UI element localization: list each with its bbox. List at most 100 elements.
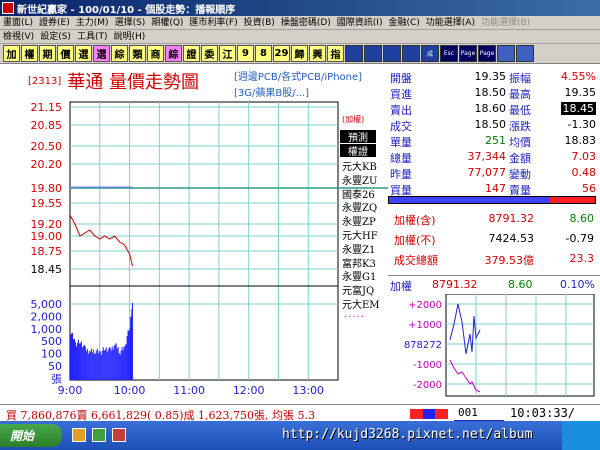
- menu-item[interactable]: 選擇(S): [112, 16, 149, 30]
- index-panel: 加權(含) 8791.32 8.60 加權(不) 7424.53 -0.79 成交總額 379…: [388, 208, 600, 272]
- menu-item[interactable]: 工具(T): [74, 30, 111, 44]
- toolbar-icon-button[interactable]: 成: [421, 45, 439, 62]
- mini-tick-label: +2000: [408, 300, 442, 311]
- time-tick-label: 12:00: [233, 384, 265, 397]
- volume-bar: [82, 345, 84, 380]
- broker-item[interactable]: 永豐G1: [342, 268, 376, 283]
- volume-bar: [80, 341, 82, 380]
- toolbar-button[interactable]: 歸: [291, 45, 308, 62]
- sell-ratio-fill: [549, 197, 595, 203]
- toolbar-button[interactable]: 期: [39, 45, 56, 62]
- start-button[interactable]: 開始: [0, 424, 62, 447]
- menu-item[interactable]: 投資(B): [241, 16, 278, 30]
- toolbar-button[interactable]: 證: [183, 45, 200, 62]
- page-number-input[interactable]: 001: [454, 406, 504, 421]
- toolbar-icon-button[interactable]: [516, 45, 534, 62]
- quote-value: 251: [485, 134, 506, 147]
- forecast-tab[interactable]: 預測: [340, 130, 376, 144]
- watermark-url: http://kujd3268.pixnet.net/album: [282, 427, 533, 442]
- status-bar: 買 7,860,876賣 6,661,829( 0.85)成 1,623,750…: [0, 404, 600, 422]
- broker-item[interactable]: 永豐ZP: [342, 213, 376, 228]
- broker-item[interactable]: 元大HF: [342, 227, 378, 242]
- index-mini-chart[interactable]: 加權 8791.32 8.60 0.10% +2000 +1000 878272 -1…: [388, 275, 600, 403]
- toolbar-button[interactable]: 加: [3, 45, 20, 62]
- index-value: 379.53億: [484, 254, 535, 267]
- toolbar: 加權期價選選綜類商綜證委江 9 8 29 歸興指成 Esc Page Page: [0, 44, 600, 64]
- volume-bar: [89, 351, 91, 380]
- menu-item[interactable]: 設定(S): [37, 30, 74, 44]
- index-change: 8.60: [569, 212, 595, 225]
- menu-item[interactable]: 操盤密碼(D): [278, 16, 334, 30]
- toolbar-button[interactable]: 指: [327, 45, 344, 62]
- quote-value: 4.55%: [538, 70, 596, 83]
- menu-item[interactable]: 國際資訊(I): [334, 16, 386, 30]
- toolbar-button[interactable]: 權: [21, 45, 38, 62]
- toolbar-button[interactable]: 委: [201, 45, 218, 62]
- toolbar-button[interactable]: 29: [273, 45, 290, 62]
- volume-bar: [100, 354, 102, 380]
- broker-item[interactable]: 永豐ZQ: [342, 199, 377, 214]
- taskbar-app-icon[interactable]: [112, 428, 126, 442]
- toolbar-button[interactable]: 價: [57, 45, 74, 62]
- toolbar-icon-button[interactable]: Esc: [440, 45, 458, 62]
- toolbar-button[interactable]: 綜: [165, 45, 182, 62]
- buy-ratio-fill: [389, 197, 550, 203]
- toolbar-icon-button[interactable]: Page: [478, 45, 496, 62]
- toolbar-button[interactable]: 綜: [111, 45, 128, 62]
- toolbar-icon-button[interactable]: [402, 45, 420, 62]
- menu-item[interactable]: 證券(E): [36, 16, 73, 30]
- toolbar-icon-button[interactable]: [364, 45, 382, 62]
- menu-item[interactable]: 畫面(L): [0, 16, 36, 30]
- toolbar-icon-button[interactable]: [345, 45, 363, 62]
- price-volume-chart[interactable]: 21.1520.8520.5020.2019.8019.5519.2019.00…: [0, 64, 388, 404]
- warrant-tab[interactable]: 權證: [340, 144, 376, 158]
- toolbar-button[interactable]: 選: [93, 45, 110, 62]
- sector-tags[interactable]: [週邊PCB/各式PCB/iPhone]: [234, 68, 362, 83]
- broker-item[interactable]: 元富JQ: [342, 282, 374, 297]
- toolbar-button[interactable]: 選: [75, 45, 92, 62]
- broker-item[interactable]: 永豐ZU: [342, 172, 377, 187]
- quote-row: 開盤 19.35 振幅 4.55%: [388, 70, 600, 85]
- volume-bar: [107, 349, 109, 380]
- broker-item[interactable]: 富邦K3: [342, 255, 376, 270]
- toolbar-button[interactable]: 9: [237, 45, 254, 62]
- menu-item[interactable]: 說明(H): [110, 30, 148, 44]
- menu-item[interactable]: 功能選擇(B): [478, 16, 533, 30]
- quote-row: 買量 147 賣量 56: [388, 182, 600, 197]
- broker-item[interactable]: 元大KB: [342, 158, 377, 173]
- menu-item[interactable]: 金融(C): [385, 16, 422, 30]
- broker-more[interactable]: .....: [344, 309, 365, 320]
- toolbar-icon-button[interactable]: Page: [459, 45, 477, 62]
- toolbar-icon-button[interactable]: [497, 45, 515, 62]
- broker-item[interactable]: 永豐Z1: [342, 241, 375, 256]
- taskbar-app-icon[interactable]: [92, 428, 106, 442]
- menu-item[interactable]: 檢視(V): [0, 30, 37, 44]
- volume-bar: [76, 342, 78, 380]
- menu-item[interactable]: 期權(Q): [148, 16, 186, 30]
- taskbar-app-icon[interactable]: [72, 428, 86, 442]
- toolbar-icon-button[interactable]: [383, 45, 401, 62]
- volume-bar: [131, 302, 133, 380]
- volume-bar: [115, 343, 117, 380]
- volume-bar: [108, 347, 110, 380]
- volume-bar: [119, 354, 121, 380]
- quote-label: 最高: [509, 88, 531, 101]
- quote-row: 總量 37,344 金額 7.03: [388, 150, 600, 165]
- menu-item[interactable]: 功能選擇(A): [423, 16, 478, 30]
- menu-item[interactable]: 主力(M): [73, 16, 112, 30]
- toolbar-button[interactable]: 類: [129, 45, 146, 62]
- volume-bar: [70, 333, 72, 380]
- menu-item[interactable]: 匯市利率(F): [186, 16, 240, 30]
- mini-chart-header: 加權 8791.32 8.60 0.10%: [390, 278, 598, 293]
- quote-label: 開盤: [390, 72, 412, 85]
- toolbar-button[interactable]: 興: [309, 45, 326, 62]
- index-label: 成交總額: [394, 254, 438, 267]
- concept-tags[interactable]: [3G/蘋果B股/...]: [234, 84, 309, 99]
- quote-row: 單量 251 均價 18.83: [388, 134, 600, 149]
- toolbar-button[interactable]: 商: [147, 45, 164, 62]
- toolbar-button[interactable]: 江: [219, 45, 236, 62]
- broker-item[interactable]: 國泰26: [342, 186, 375, 201]
- volume-bar: [73, 339, 75, 380]
- system-tray[interactable]: [562, 421, 600, 450]
- toolbar-button[interactable]: 8: [255, 45, 272, 62]
